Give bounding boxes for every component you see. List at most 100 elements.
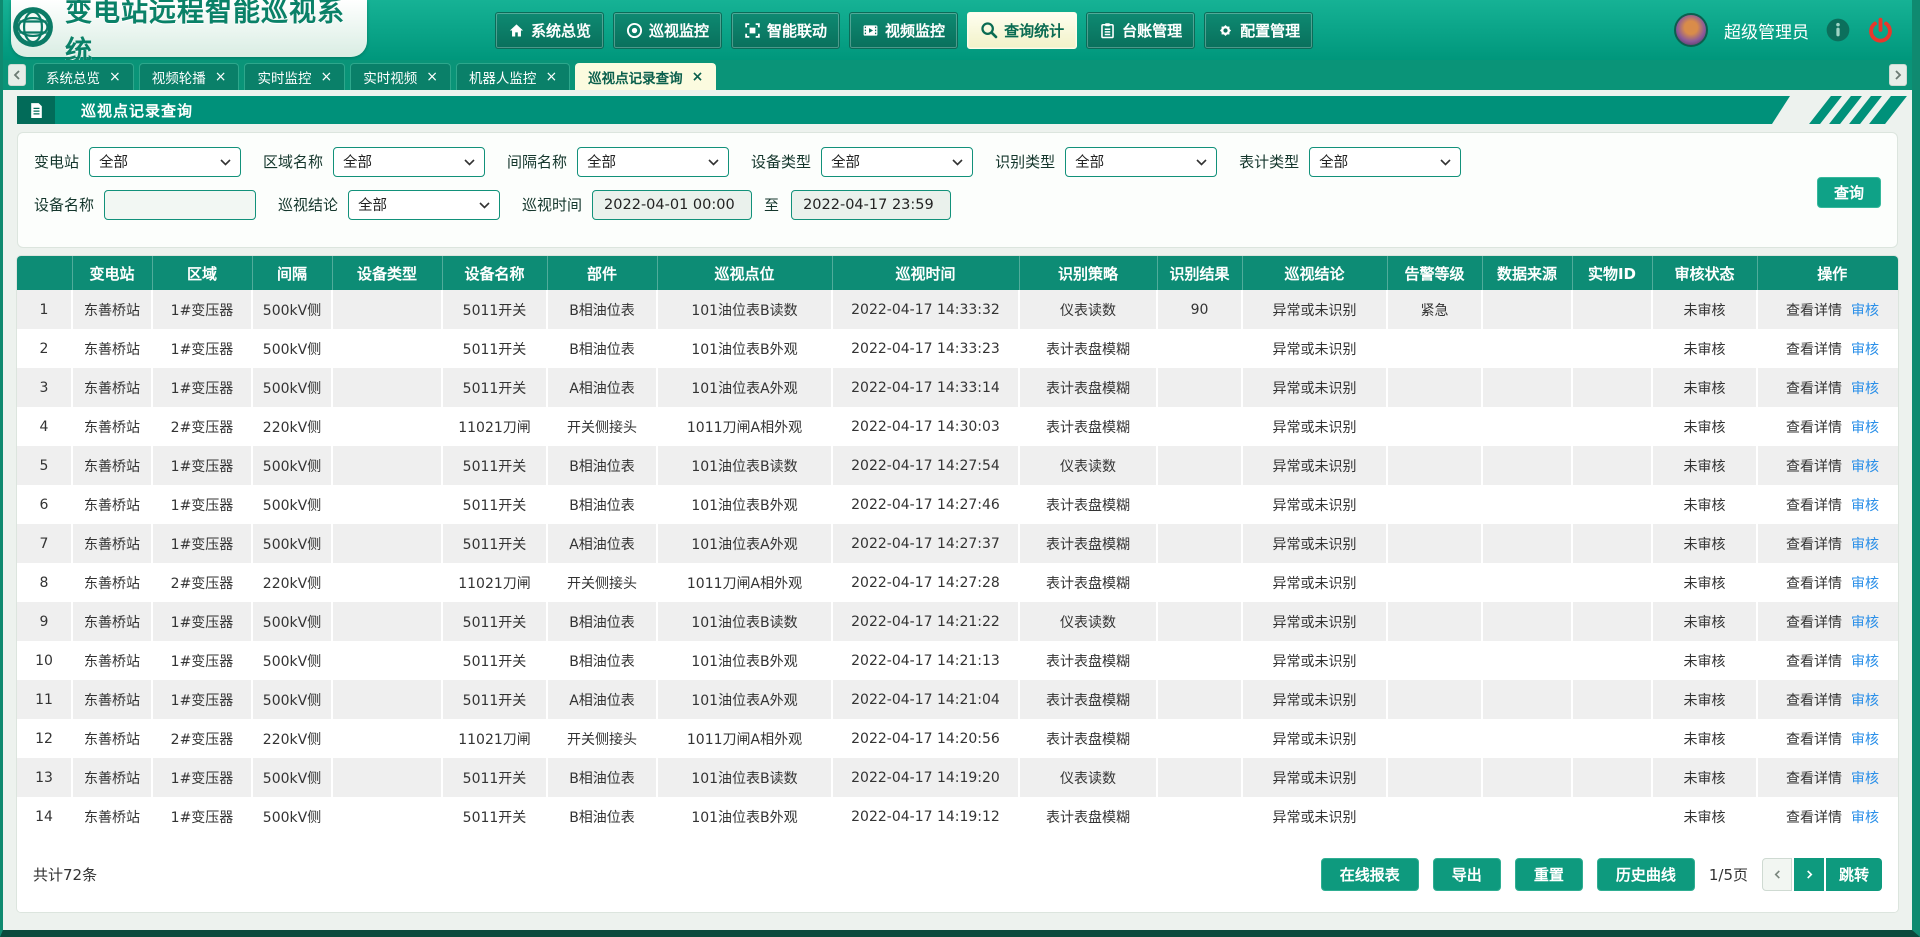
cell-strategy: 仪表读数 — [1019, 290, 1157, 329]
history-curve-button[interactable]: 历史曲线 — [1597, 858, 1695, 891]
conclusion-select[interactable]: 全部 — [348, 190, 500, 220]
close-icon[interactable]: × — [692, 70, 704, 84]
tab-inspection-record-query[interactable]: 巡视点记录查询× — [575, 63, 716, 90]
user-area: 超级管理员 — [1674, 13, 1894, 47]
nav-smart-linkage[interactable]: 智能联动 — [731, 12, 840, 49]
close-icon[interactable]: × — [426, 70, 438, 84]
cell-conclusion: 异常或未识别 — [1242, 797, 1387, 836]
meter-type-select[interactable]: 全部 — [1309, 147, 1461, 177]
time-to-input[interactable]: 2022-04-17 23:59 — [791, 190, 951, 220]
tab-robot-monitor[interactable]: 机器人监控× — [456, 63, 570, 90]
view-detail-link[interactable]: 查看详情 — [1786, 732, 1842, 748]
tab-realtime-monitor[interactable]: 实时监控× — [244, 63, 345, 90]
audit-link[interactable]: 审核 — [1851, 381, 1879, 397]
view-detail-link[interactable]: 查看详情 — [1786, 498, 1842, 514]
device-name-input[interactable] — [104, 190, 256, 220]
chevron-down-icon — [708, 154, 719, 170]
nav-config-management[interactable]: 配置管理 — [1204, 12, 1313, 49]
cell-device-type — [332, 680, 442, 719]
cell-physical-id — [1572, 563, 1652, 602]
view-detail-link[interactable]: 查看详情 — [1786, 381, 1842, 397]
top-header: 变电站远程智能巡视系统 系统总览 巡视监控 智能联动 视频监控 查询统计 — [3, 0, 1912, 60]
cell-device-type — [332, 290, 442, 329]
nav-video-monitor[interactable]: 视频监控 — [849, 12, 958, 49]
view-detail-link[interactable]: 查看详情 — [1786, 576, 1842, 592]
bay-select[interactable]: 全部 — [577, 147, 729, 177]
export-button[interactable]: 导出 — [1433, 858, 1501, 891]
view-detail-link[interactable]: 查看详情 — [1786, 459, 1842, 475]
cell-row-no: 9 — [17, 602, 72, 641]
device-type-select[interactable]: 全部 — [821, 147, 973, 177]
cell-strategy: 表计表盘模糊 — [1019, 485, 1157, 524]
recognition-type-select[interactable]: 全部 — [1065, 147, 1217, 177]
cell-actions: 查看详情审核 — [1757, 368, 1898, 407]
cell-device-name: 11021刀闸 — [442, 407, 547, 446]
close-icon[interactable]: × — [215, 70, 227, 84]
tab-video-carousel[interactable]: 视频轮播× — [139, 63, 240, 90]
cell-time: 2022-04-17 14:27:46 — [832, 485, 1019, 524]
tab-system-overview[interactable]: 系统总览× — [33, 63, 134, 90]
jump-button[interactable]: 跳转 — [1826, 858, 1882, 891]
cell-device-name: 5011开关 — [442, 329, 547, 368]
cell-actions: 查看详情审核 — [1757, 290, 1898, 329]
tab-scroll-right[interactable] — [1889, 64, 1907, 86]
cell-device-name: 5011开关 — [442, 680, 547, 719]
audit-link[interactable]: 审核 — [1851, 654, 1879, 670]
table-row: 7东善桥站1#变压器500kV侧5011开关A相油位表101油位表A外观2022… — [17, 524, 1898, 563]
cell-point: 101油位表A外观 — [657, 524, 832, 563]
info-icon[interactable] — [1825, 17, 1851, 43]
avatar[interactable] — [1674, 13, 1708, 47]
view-detail-link[interactable]: 查看详情 — [1786, 693, 1842, 709]
audit-link[interactable]: 审核 — [1851, 498, 1879, 514]
view-detail-link[interactable]: 查看详情 — [1786, 342, 1842, 358]
tab-scroll-left[interactable] — [8, 64, 26, 86]
view-detail-link[interactable]: 查看详情 — [1786, 303, 1842, 319]
audit-link[interactable]: 审核 — [1851, 342, 1879, 358]
audit-link[interactable]: 审核 — [1851, 576, 1879, 592]
close-icon[interactable]: × — [109, 70, 121, 84]
audit-link[interactable]: 审核 — [1851, 537, 1879, 553]
nav-inspection-monitor[interactable]: 巡视监控 — [613, 12, 722, 49]
cell-device-type — [332, 329, 442, 368]
close-icon[interactable]: × — [320, 70, 332, 84]
audit-link[interactable]: 审核 — [1851, 771, 1879, 787]
audit-link[interactable]: 审核 — [1851, 459, 1879, 475]
cell-station: 东善桥站 — [72, 446, 152, 485]
cell-station: 东善桥站 — [72, 602, 152, 641]
column-header-device-name: 设备名称 — [442, 256, 547, 290]
query-button[interactable]: 查询 — [1817, 177, 1881, 208]
view-detail-link[interactable]: 查看详情 — [1786, 420, 1842, 436]
view-detail-link[interactable]: 查看详情 — [1786, 771, 1842, 787]
nav-system-overview[interactable]: 系统总览 — [495, 12, 604, 49]
reset-button[interactable]: 重置 — [1515, 858, 1583, 891]
view-detail-link[interactable]: 查看详情 — [1786, 654, 1842, 670]
station-select[interactable]: 全部 — [89, 147, 241, 177]
tab-realtime-video[interactable]: 实时视频× — [350, 63, 451, 90]
audit-link[interactable]: 审核 — [1851, 303, 1879, 319]
close-icon[interactable]: × — [545, 70, 557, 84]
audit-link[interactable]: 审核 — [1851, 810, 1879, 826]
view-detail-link[interactable]: 查看详情 — [1786, 615, 1842, 631]
time-from-input[interactable]: 2022-04-01 00:00 — [592, 190, 752, 220]
cell-area: 1#变压器 — [152, 485, 252, 524]
audit-link[interactable]: 审核 — [1851, 420, 1879, 436]
cell-area: 2#变压器 — [152, 407, 252, 446]
nav-query-stats[interactable]: 查询统计 — [967, 12, 1077, 49]
pager-next-button[interactable] — [1794, 858, 1824, 891]
cell-alarm-level — [1387, 446, 1482, 485]
logout-power-icon[interactable] — [1867, 17, 1894, 44]
audit-link[interactable]: 审核 — [1851, 615, 1879, 631]
cell-time: 2022-04-17 14:20:56 — [832, 719, 1019, 758]
cell-alarm-level — [1387, 368, 1482, 407]
online-report-button[interactable]: 在线报表 — [1321, 858, 1419, 891]
cell-device-name: 5011开关 — [442, 368, 547, 407]
view-detail-link[interactable]: 查看详情 — [1786, 810, 1842, 826]
nav-ledger-management[interactable]: 台账管理 — [1086, 12, 1195, 49]
cell-conclusion: 异常或未识别 — [1242, 758, 1387, 797]
audit-link[interactable]: 审核 — [1851, 732, 1879, 748]
area-select[interactable]: 全部 — [333, 147, 485, 177]
cell-point: 101油位表B读数 — [657, 290, 832, 329]
audit-link[interactable]: 审核 — [1851, 693, 1879, 709]
view-detail-link[interactable]: 查看详情 — [1786, 537, 1842, 553]
pager-prev-button[interactable] — [1762, 858, 1792, 891]
